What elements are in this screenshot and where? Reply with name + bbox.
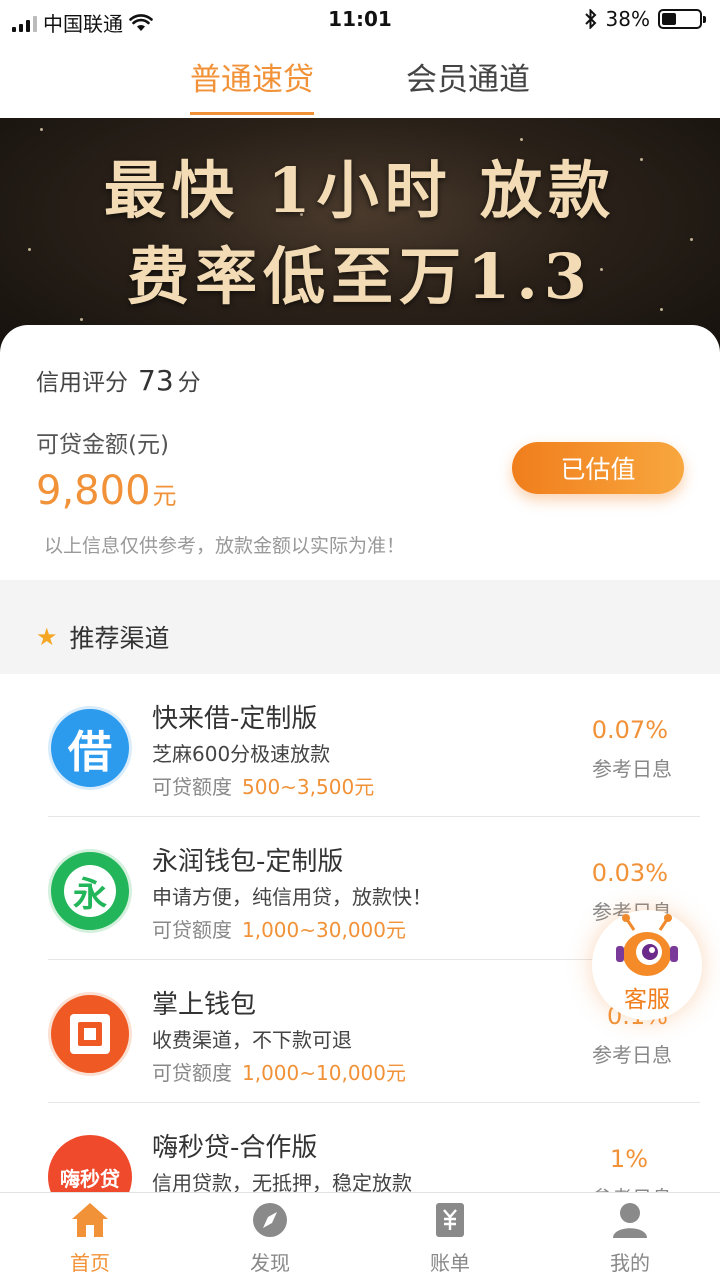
item-desc: 收费渠道，不下款可退 [152,1028,352,1052]
item-desc: 信用贷款，无抵押，稳定放款 [152,1171,412,1194]
wallet-logo-icon [48,992,132,1076]
item-range: 可贷额度 1,000~10,000元 [152,1061,406,1085]
tab-member-channel-label: 会员通道 [406,62,530,98]
star-icon: ★ [36,623,58,651]
robot-mascot-icon [616,914,678,976]
loan-amount-label: 可贷金额(元) [36,432,169,458]
nav-bill-label: 账单 [430,1251,470,1275]
list-item[interactable]: 借 快来借-定制版 芝麻600分极速放款 可贷额度 500~3,500元 0.07… [0,674,720,817]
nav-mine-label: 我的 [610,1251,650,1275]
credit-summary-card: 信用评分 73 分 可贷金额(元) 9,800 元 已估值 以上信息仅供参考，放… [0,325,720,580]
nav-bill[interactable]: 账单 [390,1201,510,1276]
user-icon [613,1203,647,1238]
bill-icon [436,1203,464,1237]
haimiao-logo-icon: 嗨秒贷 [48,1135,132,1194]
banner-subline: 费率低至万1.3 [127,240,593,313]
yong-logo-icon: 永 [48,849,132,933]
recommended-section-header: ★ 推荐渠道 [0,600,720,674]
nav-discover[interactable]: 发现 [210,1201,330,1276]
item-desc: 芝麻600分极速放款 [152,742,331,766]
credit-score-label: 信用评分 [36,370,128,396]
item-rate-label: 参考日息 [592,757,672,781]
credit-score-row: 信用评分 73 分 [36,363,201,397]
item-range: 可贷额度 1,000~30,000元 [152,918,406,942]
item-rate: 0.03% [591,859,668,887]
list-item[interactable]: 嗨秒贷 嗨秒贷-合作版 信用贷款，无抵押，稳定放款 1% 参考日息 [0,1103,720,1194]
home-icon [72,1203,108,1237]
compass-icon [253,1203,287,1237]
item-rate: 1% [609,1145,648,1173]
item-name: 嗨秒贷-合作版 [152,1133,318,1163]
nav-home-label: 首页 [70,1251,110,1275]
nav-mine[interactable]: 我的 [570,1201,690,1276]
loan-amount-unit: 元 [152,482,177,510]
section-title: 推荐渠道 [69,624,170,653]
credit-score-value: 73 [138,364,174,397]
item-desc: 申请方便，纯信用贷，放款快！ [152,885,432,909]
banner-headline: 最快 1小时 放款 [103,154,617,227]
customer-service-label: 客服 [624,987,670,1013]
tab-member-channel[interactable]: 会员通道 [406,54,530,99]
item-rate-label: 参考日息 [592,1043,672,1067]
jie-logo-icon: 借 [48,706,132,790]
battery-percent: 38% [605,7,650,31]
nav-discover-label: 发现 [250,1251,290,1275]
status-right: 38% [584,7,706,31]
status-bar: 中国联通 11:01 38% [0,0,720,38]
bottom-nav: 首页 发现 账单 我的 [0,1192,720,1280]
disclaimer-text: 以上信息仅供参考，放款金额以实际为准！ [44,535,406,557]
customer-service-button[interactable]: 客服 [592,910,702,1020]
item-name: 掌上钱包 [152,990,257,1020]
nav-home[interactable]: 首页 [30,1201,150,1276]
tab-normal-loan[interactable]: 普通速贷 [190,54,314,115]
item-range: 可贷额度 500~3,500元 [152,775,375,799]
loan-amount-value: 9,800 [36,468,151,514]
item-name: 快来借-定制版 [152,704,318,734]
battery-icon [658,9,706,29]
loan-amount-row: 9,800 元 [36,468,177,514]
active-tab-indicator [190,112,314,115]
tab-normal-loan-label: 普通速贷 [190,62,314,98]
bluetooth-icon [584,9,596,29]
estimated-button[interactable]: 已估值 [512,442,684,494]
credit-score-unit: 分 [177,370,201,396]
loan-type-tabs: 普通速贷 会员通道 [0,38,720,118]
item-rate: 0.07% [591,716,668,744]
app-screen: 中国联通 11:01 38% 普通速贷 会员通道 最快 1小时 放款 费率低至万… [0,0,720,1280]
promo-banner[interactable]: 最快 1小时 放款 费率低至万1.3 [0,118,720,358]
item-name: 永润钱包-定制版 [152,847,344,877]
